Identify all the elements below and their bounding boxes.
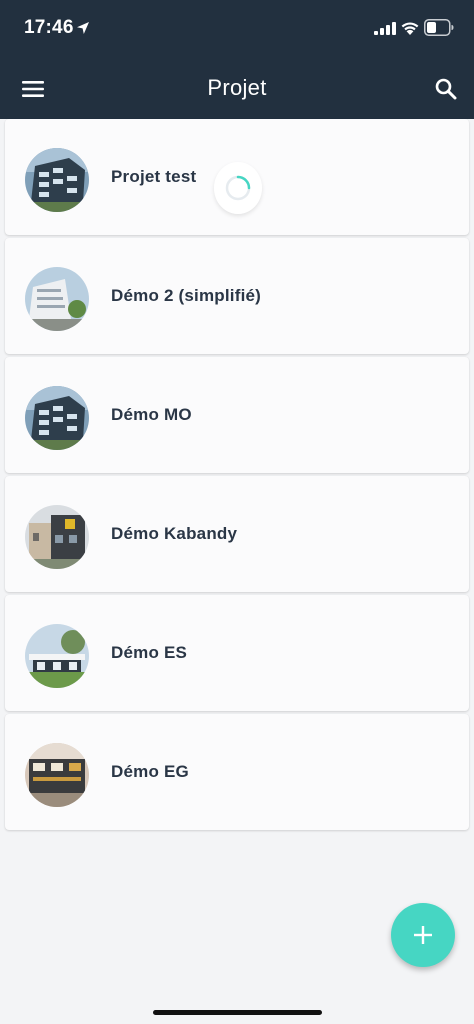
signal-icon [374,22,396,35]
status-bar: 17:46 [0,0,474,58]
project-thumbnail [25,386,89,450]
project-card-demo-2[interactable]: Démo 2 (simplifié) [5,238,469,354]
building-photo-icon [25,743,89,807]
home-indicator[interactable] [153,1010,322,1015]
project-name: Démo EG [111,762,189,781]
project-thumbnail [25,624,89,688]
search-button[interactable] [428,72,464,106]
project-name: Démo ES [111,643,188,662]
project-thumbnail [25,267,89,331]
project-name: Démo MO [111,405,192,424]
page-title: Projet [207,75,267,100]
project-thumbnail [25,505,89,569]
building-photo-icon [25,148,89,212]
location-arrow-icon [77,22,89,34]
building-photo-icon [25,267,89,331]
project-name: Projet test [111,167,197,186]
app-bar: Projet [0,58,474,119]
spinner-icon [225,175,251,201]
project-thumbnail [25,743,89,807]
loading-spinner [214,162,262,214]
building-photo-icon [25,624,89,688]
project-card-demo-eg[interactable]: Démo EG [5,714,469,830]
wifi-icon [401,22,419,35]
building-photo-icon [25,386,89,450]
project-thumbnail [25,148,89,212]
project-name: Démo 2 (simplifié) [111,286,262,305]
search-icon [435,78,457,100]
battery-icon [424,19,454,36]
status-time: 17:46 [24,17,74,38]
add-project-button[interactable] [391,903,455,967]
project-name: Démo Kabandy [111,524,238,543]
project-list: Projet test Démo 2 (simplifié) Démo MO D… [0,119,474,830]
plus-icon [414,926,432,944]
building-photo-icon [25,505,89,569]
project-card-demo-es[interactable]: Démo ES [5,595,469,711]
project-card-demo-mo[interactable]: Démo MO [5,357,469,473]
project-card-demo-kabandy[interactable]: Démo Kabandy [5,476,469,592]
